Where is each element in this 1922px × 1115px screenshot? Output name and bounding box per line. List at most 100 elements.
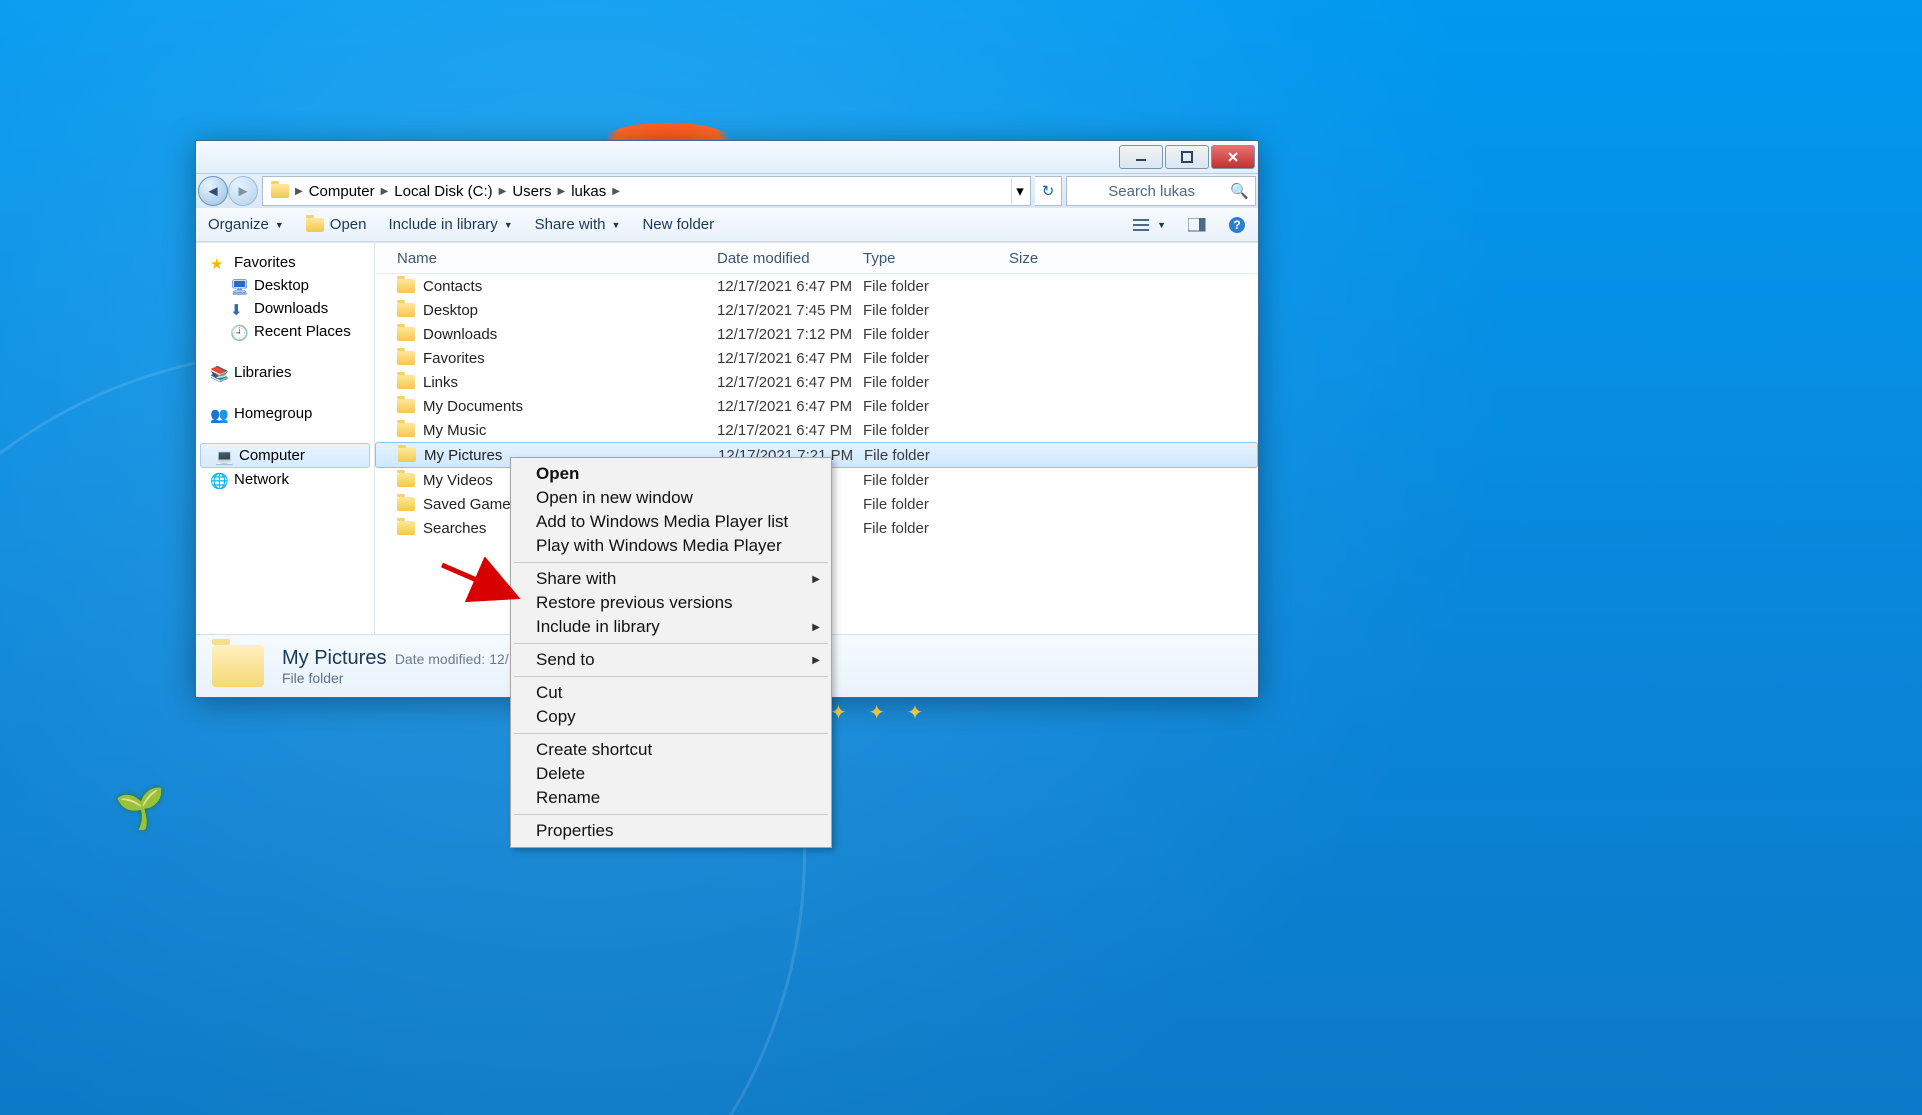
- file-name: Links: [423, 374, 458, 391]
- context-menu-item[interactable]: Add to Windows Media Player list: [512, 510, 830, 534]
- column-name[interactable]: Name: [375, 250, 717, 267]
- nav-forward-button[interactable]: ►: [228, 176, 258, 206]
- context-menu-item[interactable]: Play with Windows Media Player: [512, 534, 830, 558]
- folder-icon: [397, 303, 415, 317]
- context-menu-item[interactable]: Rename: [512, 786, 830, 810]
- column-date-modified[interactable]: Date modified: [717, 250, 863, 267]
- context-menu-item[interactable]: Properties: [512, 819, 830, 843]
- file-name: Downloads: [423, 326, 497, 343]
- open-folder-icon: [306, 218, 324, 232]
- context-menu-item[interactable]: Delete: [512, 762, 830, 786]
- context-menu-item[interactable]: Share with▶: [512, 567, 830, 591]
- breadcrumb[interactable]: ▶ Computer ▶ Local Disk (C:) ▶ Users ▶ l…: [262, 176, 1031, 206]
- context-menu-separator: [514, 733, 828, 734]
- context-menu-item[interactable]: Create shortcut: [512, 738, 830, 762]
- organize-menu[interactable]: Organize ▼: [208, 216, 284, 233]
- file-row[interactable]: Contacts12/17/2021 6:47 PMFile folder: [375, 274, 1258, 298]
- breadcrumb-lukas[interactable]: lukas: [565, 177, 612, 205]
- file-type: File folder: [863, 520, 1009, 537]
- help-button[interactable]: ?: [1228, 216, 1246, 234]
- submenu-arrow-icon: ▶: [812, 574, 820, 585]
- file-name: My Music: [423, 422, 486, 439]
- nav-downloads[interactable]: ⬇Downloads: [196, 297, 374, 320]
- file-row[interactable]: My Music12/17/2021 6:47 PMFile folder: [375, 418, 1258, 442]
- nav-homegroup[interactable]: 👥Homegroup: [196, 402, 374, 425]
- nav-back-button[interactable]: ◄: [198, 176, 228, 206]
- details-type: File folder: [282, 670, 509, 686]
- context-menu-item[interactable]: Restore previous versions: [512, 591, 830, 615]
- nav-libraries[interactable]: 📚Libraries: [196, 361, 374, 384]
- breadcrumb-sep-icon: ▶: [499, 186, 507, 197]
- context-menu-item[interactable]: Open: [512, 462, 830, 486]
- file-date: 12/17/2021 7:12 PM: [717, 326, 863, 343]
- breadcrumb-sep-icon: ▶: [381, 186, 389, 197]
- context-menu-item[interactable]: Cut: [512, 681, 830, 705]
- breadcrumb-sep-icon: ▶: [558, 186, 566, 197]
- search-icon: 🔍: [1230, 182, 1249, 200]
- context-menu-item[interactable]: Open in new window: [512, 486, 830, 510]
- homegroup-icon: 👥: [210, 406, 226, 422]
- wallpaper-plant: 🌱: [115, 785, 175, 835]
- file-date: 12/17/2021 6:47 PM: [717, 350, 863, 367]
- file-date: 12/17/2021 6:47 PM: [717, 278, 863, 295]
- file-date: 12/17/2021 7:45 PM: [717, 302, 863, 319]
- file-type: File folder: [863, 278, 1009, 295]
- refresh-button[interactable]: ↻: [1035, 176, 1062, 206]
- file-row[interactable]: Desktop12/17/2021 7:45 PMFile folder: [375, 298, 1258, 322]
- close-button[interactable]: [1211, 145, 1255, 169]
- column-size[interactable]: Size: [1009, 250, 1099, 267]
- file-name: Desktop: [423, 302, 478, 319]
- file-date: 12/17/2021 6:47 PM: [717, 398, 863, 415]
- command-bar: Organize ▼ Open Include in library ▼ Sha…: [196, 208, 1258, 242]
- details-meta-value: 12/: [489, 651, 508, 667]
- address-bar: ◄ ► ▶ Computer ▶ Local Disk (C:) ▶ Users…: [196, 174, 1258, 208]
- details-folder-icon: [212, 645, 264, 687]
- context-menu-separator: [514, 562, 828, 563]
- recent-places-icon: 🕘: [230, 324, 246, 340]
- nav-computer[interactable]: 💻Computer: [200, 443, 370, 468]
- folder-icon: [397, 497, 415, 511]
- breadcrumb-users[interactable]: Users: [506, 177, 557, 205]
- nav-desktop[interactable]: 🖥Desktop: [196, 274, 374, 297]
- submenu-arrow-icon: ▶: [812, 622, 820, 633]
- folder-icon: [397, 473, 415, 487]
- file-name: Favorites: [423, 350, 485, 367]
- details-title: My Pictures: [282, 647, 386, 669]
- column-type[interactable]: Type: [863, 250, 1009, 267]
- search-input[interactable]: Search lukas 🔍: [1066, 176, 1256, 206]
- computer-icon: 💻: [215, 448, 231, 464]
- maximize-button[interactable]: [1165, 145, 1209, 169]
- file-row[interactable]: Favorites12/17/2021 6:47 PMFile folder: [375, 346, 1258, 370]
- breadcrumb-localdisk[interactable]: Local Disk (C:): [388, 177, 498, 205]
- minimize-button[interactable]: [1119, 145, 1163, 169]
- file-type: File folder: [864, 447, 1010, 464]
- svg-text:?: ?: [1233, 218, 1240, 232]
- file-row[interactable]: My Documents12/17/2021 6:47 PMFile folde…: [375, 394, 1258, 418]
- file-row[interactable]: Links12/17/2021 6:47 PMFile folder: [375, 370, 1258, 394]
- context-menu-item[interactable]: Include in library▶: [512, 615, 830, 639]
- navigation-pane: ★Favorites 🖥Desktop ⬇Downloads 🕘Recent P…: [196, 243, 375, 634]
- breadcrumb-history-dropdown[interactable]: ▾: [1011, 178, 1028, 204]
- breadcrumb-computer[interactable]: Computer: [303, 177, 381, 205]
- nav-favorites[interactable]: ★Favorites: [196, 251, 374, 274]
- file-type: File folder: [863, 398, 1009, 415]
- context-menu-item[interactable]: Send to▶: [512, 648, 830, 672]
- file-type: File folder: [863, 374, 1009, 391]
- open-button[interactable]: Open: [306, 216, 367, 233]
- libraries-icon: 📚: [210, 365, 226, 381]
- preview-pane-button[interactable]: [1188, 218, 1206, 232]
- share-with-menu[interactable]: Share with ▼: [535, 216, 621, 233]
- nav-recent-places[interactable]: 🕘Recent Places: [196, 320, 374, 343]
- breadcrumb-root-icon[interactable]: [265, 177, 295, 205]
- file-row[interactable]: Downloads 12/17/2021 7:12 PMFile folder: [375, 322, 1258, 346]
- include-in-library-menu[interactable]: Include in library ▼: [389, 216, 513, 233]
- file-type: File folder: [863, 496, 1009, 513]
- file-type: File folder: [863, 326, 1009, 343]
- folder-icon: [397, 423, 415, 437]
- view-options-button[interactable]: ▼: [1133, 218, 1166, 232]
- network-icon: 🌐: [210, 472, 226, 488]
- file-date: 12/17/2021 6:47 PM: [717, 422, 863, 439]
- new-folder-button[interactable]: New folder: [642, 216, 714, 233]
- context-menu-item[interactable]: Copy: [512, 705, 830, 729]
- nav-network[interactable]: 🌐Network: [196, 468, 374, 491]
